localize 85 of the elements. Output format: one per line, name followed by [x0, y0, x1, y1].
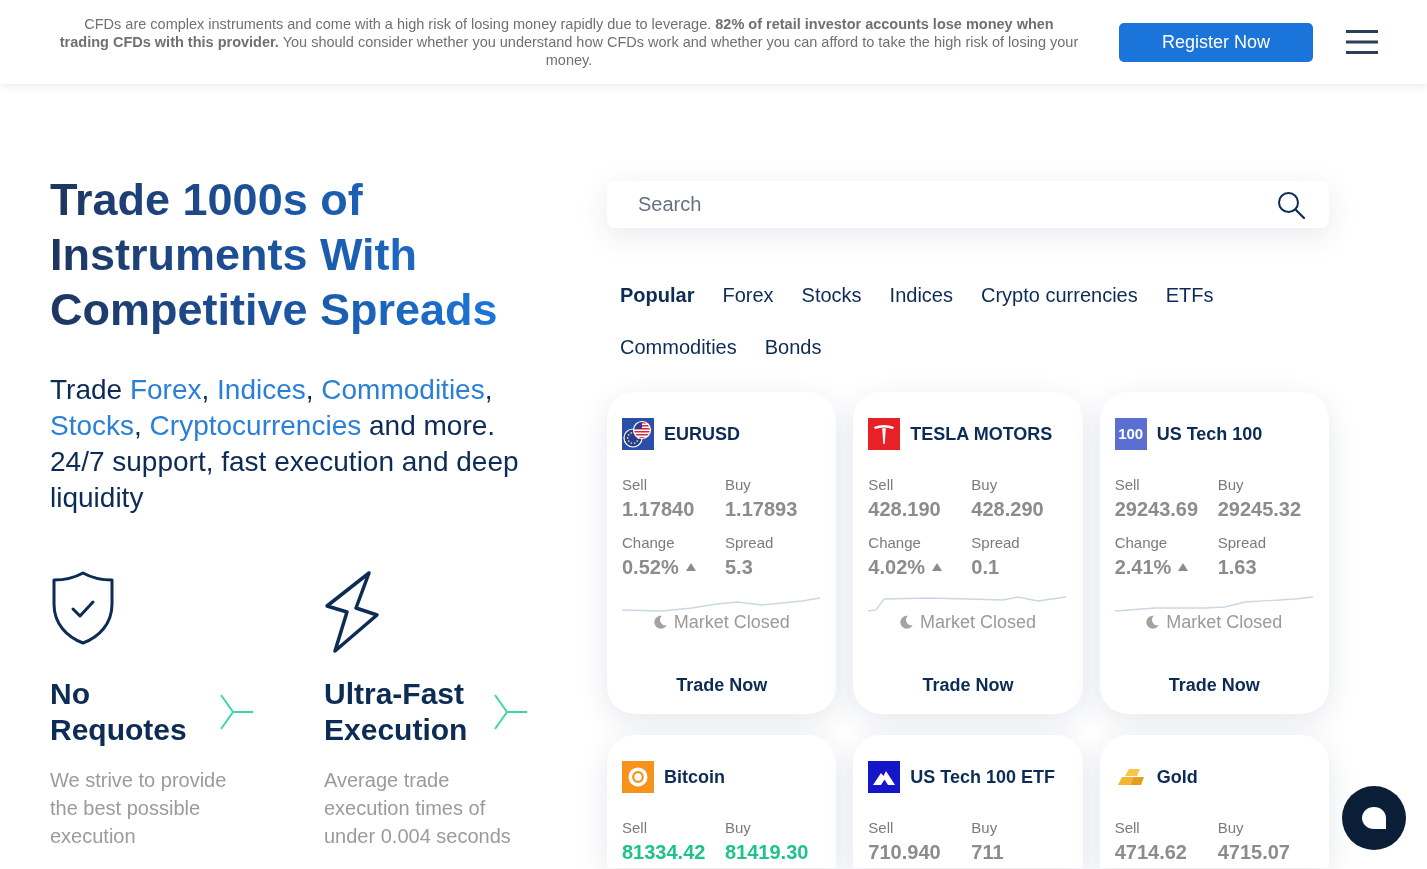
stat-value: 711: [971, 840, 1004, 864]
stat-value: 4714.62: [1114, 840, 1187, 864]
category-tab[interactable]: ETFs: [1165, 281, 1214, 309]
trade-now-button[interactable]: Trade Now: [922, 674, 1014, 696]
menu-icon[interactable]: [1346, 30, 1378, 54]
market-status: Market Closed: [673, 612, 790, 632]
stat-value: 1.63: [1217, 555, 1257, 579]
stat-value: 5.3: [725, 555, 753, 579]
category-tab[interactable]: Stocks: [801, 281, 862, 309]
stat-label: Change: [622, 534, 675, 552]
stat-label: Sell: [1114, 819, 1140, 837]
feature-title: Ultra-Fast Execution: [324, 676, 469, 748]
stat-label: Spread: [725, 534, 774, 552]
stat-value: 29243.69: [1114, 497, 1199, 521]
currency-flags-icon: [622, 418, 654, 450]
lightning-bolt-icon: [324, 570, 380, 654]
instrument-name: Bitcoin: [664, 765, 725, 789]
stat-label: Change: [1114, 534, 1168, 552]
instrument-name: TESLA MOTORS: [910, 422, 1053, 446]
category-link[interactable]: Stocks: [50, 410, 135, 441]
stat-label: Buy: [1217, 476, 1244, 494]
stat-value: 81334.42: [622, 840, 706, 864]
category-link[interactable]: Commodities: [321, 374, 485, 405]
stat-label: Buy: [725, 819, 751, 837]
stat-label: Buy: [971, 819, 998, 837]
stat-value: 81419.30: [725, 840, 809, 864]
stat-label: Change: [868, 534, 921, 552]
stat-label: Spread: [971, 534, 1020, 552]
category-link[interactable]: Forex: [129, 374, 202, 405]
instrument-name: US Tech 100 ETF: [910, 765, 1056, 789]
instrument-name: Gold: [1156, 765, 1198, 789]
moon-icon: [899, 615, 913, 629]
stat-label: Sell: [622, 819, 647, 837]
market-status: Market Closed: [919, 612, 1036, 632]
stat-value: 29245.32: [1217, 497, 1302, 521]
category-tab[interactable]: Crypto currencies: [981, 281, 1138, 309]
stat-value: 0.1: [971, 555, 1000, 579]
stat-label: Buy: [1217, 819, 1244, 837]
shield-check-icon: [50, 570, 116, 646]
search-icon[interactable]: [1277, 191, 1305, 219]
stat-value: 428.290: [971, 497, 1044, 521]
moon-icon: [1146, 615, 1160, 629]
hero-subtitle: Trade Forex, Indices, Commodities, Stocks, Cryptocurrencies and more. 24/7 support, fast execution and deep liquidity: [50, 373, 520, 515]
stat-value: 2.41%: [1114, 555, 1172, 579]
stat-label: Sell: [868, 476, 894, 494]
stat-label: Sell: [1114, 476, 1140, 494]
search-field[interactable]: Search: [607, 181, 1329, 228]
feature-description: We strive to provide the best possible execution: [50, 768, 228, 849]
instrument-name: US Tech 100: [1156, 422, 1263, 446]
branch-icon: [220, 694, 253, 730]
trade-now-button[interactable]: Trade Now: [676, 674, 768, 696]
trade-now-button[interactable]: Trade Now: [1168, 674, 1260, 696]
stat-value: 4.02%: [868, 555, 926, 579]
branch-icon: [494, 694, 527, 730]
instrument-name: EURUSD: [664, 422, 740, 446]
stat-label: Spread: [1217, 534, 1267, 552]
stat-value: 710.940: [868, 840, 941, 864]
ingots-icon: [1115, 767, 1146, 787]
feature-title: No Requotes: [50, 676, 188, 748]
category-tab[interactable]: Commodities: [620, 333, 737, 361]
stat-value: 428.190: [868, 497, 941, 521]
category-tab[interactable]: Popular: [620, 281, 695, 309]
feature-description: Average trade execution times of under 0.004 seconds: [324, 768, 512, 849]
register-button[interactable]: Register Now: [1119, 22, 1313, 62]
category-link[interactable]: Indices: [217, 374, 306, 405]
stat-value: 4715.07: [1217, 840, 1290, 864]
stat-value: 0.52%: [622, 555, 679, 579]
coin-icon: [622, 761, 654, 793]
stat-label: Sell: [622, 476, 647, 494]
speech-bubble-icon: [1362, 807, 1386, 829]
category-tab[interactable]: Forex: [722, 281, 774, 309]
moon-icon: [653, 615, 667, 629]
stat-value: 1.17840: [622, 497, 695, 521]
category-tab[interactable]: Indices: [889, 281, 953, 309]
stat-label: Buy: [725, 476, 751, 494]
t-logo-icon: [868, 418, 901, 450]
risk-warning: CFDs are complex instruments and come with a high risk of losing money rapidly due to leverage. 82% of retail investor accounts lose money when trading CFDs with this provider. You should consider whether you understand how CFDs work and whether you can afford to take the high risk of losing your money.: [58, 15, 1080, 69]
stat-value: 1.17893: [725, 497, 798, 521]
index-logo: 100: [1114, 418, 1147, 450]
market-status: Market Closed: [1166, 612, 1283, 632]
stat-label: Buy: [971, 476, 998, 494]
mountain-icon: [868, 761, 901, 793]
category-link[interactable]: Cryptocurrencies: [149, 410, 362, 441]
category-tab[interactable]: Bonds: [764, 333, 822, 361]
stat-label: Sell: [868, 819, 894, 837]
